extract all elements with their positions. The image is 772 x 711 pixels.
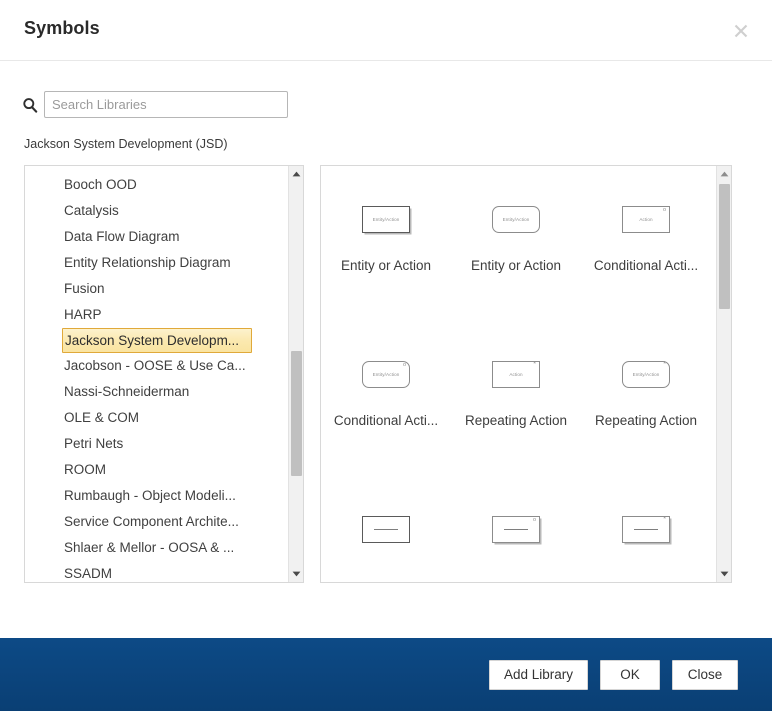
library-list-panel: Booch OOD Catalysis Data Flow Diagram Entit… <box>24 165 304 583</box>
symbol-row: o * <box>321 490 717 582</box>
symbol-cell[interactable] <box>321 490 451 582</box>
ok-button[interactable]: OK <box>600 659 660 690</box>
shape-inner-line <box>504 528 528 530</box>
shape-rect-shadow: Entity/Action <box>362 205 410 233</box>
symbols-dialog: Symbols Jackson System Development (JSD)… <box>0 0 772 711</box>
shape-rect-line: o <box>492 515 540 543</box>
symbol-cell[interactable]: Action o Conditional Acti... <box>581 180 711 335</box>
dialog-body: Jackson System Development (JSD) Booch O… <box>0 61 772 638</box>
chevron-up-icon <box>292 171 301 177</box>
search-icon <box>20 95 40 115</box>
add-library-button[interactable]: Add Library <box>488 659 588 690</box>
search-icon-glyph <box>23 97 38 113</box>
symbol-label: Conditional Acti... <box>593 258 699 273</box>
conditional-marker-icon: o <box>662 207 666 213</box>
chevron-up-icon <box>720 171 729 177</box>
dialog-header: Symbols <box>0 0 772 61</box>
library-list-item[interactable]: Shlaer & Mellor - OOSA & ... <box>25 535 290 561</box>
symbol-label: Repeating Action <box>594 413 698 428</box>
symbol-cell[interactable]: * <box>581 490 711 582</box>
library-list-item[interactable]: Nassi-Schneiderman <box>25 379 290 405</box>
symbol-shape: Action * <box>492 335 540 413</box>
symbol-label: Repeating Action <box>464 413 568 428</box>
shape-inner-text: Entity/Action <box>372 216 400 222</box>
symbol-cell[interactable]: Entity/Action Entity or Action <box>321 180 451 335</box>
shape-rect-line: * <box>622 515 670 543</box>
library-list-item[interactable]: Service Component Archite... <box>25 509 290 535</box>
library-list[interactable]: Booch OOD Catalysis Data Flow Diagram Entit… <box>25 166 290 582</box>
library-list-item[interactable]: Fusion <box>25 276 290 302</box>
symbol-shape: Entity/Action <box>492 180 540 258</box>
close-icon-glyph <box>734 24 748 38</box>
panels-area: Booch OOD Catalysis Data Flow Diagram Entit… <box>0 165 772 585</box>
library-list-item[interactable]: SSADM <box>25 561 290 582</box>
dialog-footer: Add Library OK Close <box>0 638 772 711</box>
library-list-item[interactable]: Jacobson - OOSE & Use Ca... <box>25 353 290 379</box>
symbol-cell[interactable]: Entity/Action * Repeating Action <box>581 335 711 490</box>
conditional-marker-icon: o <box>532 517 536 523</box>
shape-inner-text: Action <box>509 371 523 377</box>
shape-rect: Action * <box>492 360 540 388</box>
library-list-item[interactable]: ROOM <box>25 457 290 483</box>
library-list-item[interactable]: Booch OOD <box>25 172 290 198</box>
scroll-down-icon[interactable] <box>289 566 303 582</box>
symbol-cell[interactable]: Entity/Action Entity or Action <box>451 180 581 335</box>
shape-inner-line <box>374 528 398 530</box>
symbol-grid-scroll-thumb[interactable] <box>719 184 730 309</box>
shape-inner-line <box>634 528 658 530</box>
chevron-down-icon <box>720 571 729 577</box>
chevron-down-icon <box>292 571 301 577</box>
scroll-down-icon[interactable] <box>717 566 731 582</box>
library-list-item-selected[interactable]: Jackson System Developm... <box>62 328 252 353</box>
shape-rounded: Entity/Action <box>492 205 540 233</box>
symbol-shape: Entity/Action * <box>622 335 670 413</box>
shape-inner-text: Entity/Action <box>632 371 660 377</box>
page-title: Symbols <box>24 18 100 38</box>
symbol-cell[interactable]: Action * Repeating Action <box>451 335 581 490</box>
library-list-item[interactable]: Petri Nets <box>25 431 290 457</box>
symbol-shape: o <box>492 490 540 568</box>
library-list-item[interactable]: Catalysis <box>25 198 290 224</box>
symbol-shape <box>362 490 410 568</box>
conditional-marker-icon: o <box>402 362 406 368</box>
symbol-label: Entity or Action <box>470 258 562 273</box>
symbol-row: Entity/Action o Conditional Acti... Action *… <box>321 335 717 490</box>
shape-rounded: Entity/Action o <box>362 360 410 388</box>
library-list-item[interactable]: OLE & COM <box>25 405 290 431</box>
symbol-shape: Entity/Action o <box>362 335 410 413</box>
symbol-cell[interactable]: o <box>451 490 581 582</box>
shape-inner-text: Entity/Action <box>372 371 400 377</box>
library-list-scrollbar[interactable] <box>288 166 303 582</box>
repeat-marker-icon: * <box>533 361 536 368</box>
scroll-up-icon[interactable] <box>717 166 731 182</box>
scroll-up-icon[interactable] <box>289 166 303 182</box>
shape-inner-text: Action <box>639 216 653 222</box>
library-list-item[interactable]: Data Flow Diagram <box>25 224 290 250</box>
symbol-grid-panel: Entity/Action Entity or Action Entity/Acti… <box>320 165 732 583</box>
symbol-shape: * <box>622 490 670 568</box>
symbol-label: Conditional Acti... <box>333 413 439 428</box>
library-list-item[interactable]: Rumbaugh - Object Modeli... <box>25 483 290 509</box>
symbol-label: Entity or Action <box>340 258 432 273</box>
repeat-marker-icon: * <box>663 516 666 523</box>
shape-inner-text: Entity/Action <box>502 216 530 222</box>
symbol-grid-scrollbar[interactable] <box>716 166 731 582</box>
symbol-shape: Entity/Action <box>362 180 410 258</box>
library-list-scroll-thumb[interactable] <box>291 351 302 476</box>
close-button[interactable]: Close <box>672 659 738 690</box>
shape-rect-line <box>362 515 410 543</box>
library-list-item[interactable]: HARP <box>25 302 290 328</box>
library-list-item[interactable]: Entity Relationship Diagram <box>25 250 290 276</box>
shape-rect: Action o <box>622 205 670 233</box>
symbol-row: Entity/Action Entity or Action Entity/Acti… <box>321 180 717 335</box>
symbol-shape: Action o <box>622 180 670 258</box>
repeat-marker-icon: * <box>663 361 666 368</box>
library-caption: Jackson System Development (JSD) <box>24 137 228 151</box>
search-row <box>20 91 288 118</box>
search-input[interactable] <box>44 91 288 118</box>
shape-rounded: Entity/Action * <box>622 360 670 388</box>
symbol-grid[interactable]: Entity/Action Entity or Action Entity/Acti… <box>321 166 717 582</box>
close-icon[interactable] <box>726 16 756 46</box>
symbol-cell[interactable]: Entity/Action o Conditional Acti... <box>321 335 451 490</box>
